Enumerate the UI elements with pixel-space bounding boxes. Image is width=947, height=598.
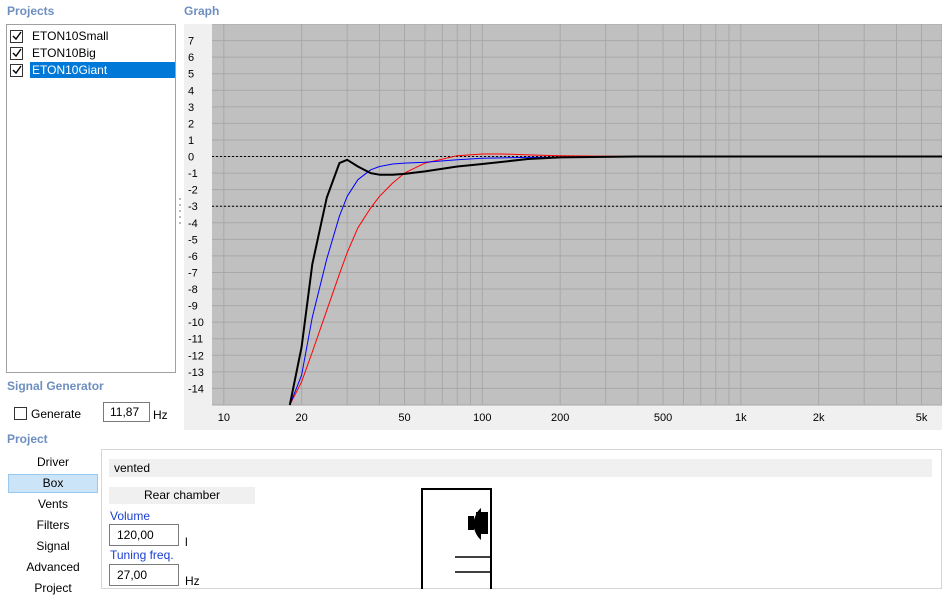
project-checkbox[interactable] xyxy=(10,29,23,43)
y-tick-label: 7 xyxy=(188,36,194,48)
y-tick-label: -3 xyxy=(188,201,198,213)
y-tick-label: 6 xyxy=(188,52,194,64)
projects-title: Projects xyxy=(7,4,55,18)
box-type-selector[interactable]: vented xyxy=(109,459,932,477)
y-tick-label: -6 xyxy=(188,251,198,263)
project-label: ETON10Big xyxy=(32,46,96,60)
y-tick-label: -12 xyxy=(188,350,204,362)
y-tick-label: -7 xyxy=(188,267,198,279)
y-tick-label: -10 xyxy=(188,317,204,329)
generate-checkbox[interactable] xyxy=(14,407,27,420)
x-tick-label: 100 xyxy=(473,412,491,424)
y-tick-label: -8 xyxy=(188,284,198,296)
tuning-freq-label: Tuning freq. xyxy=(110,548,174,562)
rear-chamber-header: Rear chamber xyxy=(109,487,255,504)
y-tick-label: -2 xyxy=(188,185,198,197)
x-tick-label: 5k xyxy=(916,412,928,424)
project-title: Project xyxy=(7,432,48,446)
projects-list[interactable]: ETON10Small ETON10Big ETON10Giant xyxy=(6,24,176,373)
y-tick-label: -11 xyxy=(188,334,203,346)
frequency-response-graph[interactable]: 76543210-1-2-3-4-5-6-7-8-9-10-11-12-13-1… xyxy=(184,24,942,430)
x-tick-label: 1k xyxy=(735,412,747,424)
y-tick-label: 4 xyxy=(188,85,194,97)
project-item-eton10giant[interactable]: ETON10Giant xyxy=(10,62,175,78)
plot-area xyxy=(212,24,942,405)
frequency-input[interactable]: 11,87 xyxy=(103,402,150,422)
x-tick-label: 500 xyxy=(654,412,672,424)
box-diagram xyxy=(421,488,492,589)
y-tick-label: 3 xyxy=(188,102,194,114)
y-tick-label: -4 xyxy=(188,218,198,230)
nav-item-advanced[interactable]: Advanced xyxy=(8,558,98,577)
nav-item-signal[interactable]: Signal xyxy=(8,537,98,556)
check-icon xyxy=(12,65,22,75)
volume-input[interactable]: 120,00 xyxy=(109,524,179,546)
signal-generator-title: Signal Generator xyxy=(7,379,104,393)
check-icon xyxy=(12,31,22,41)
y-tick-label: -14 xyxy=(188,383,204,395)
project-item-eton10big[interactable]: ETON10Big xyxy=(10,45,175,61)
volume-label: Volume xyxy=(110,509,151,523)
x-tick-label: 10 xyxy=(218,412,230,424)
y-tick-label: 0 xyxy=(188,152,194,164)
project-label: ETON10Giant xyxy=(30,62,175,78)
check-icon xyxy=(12,48,22,58)
nav-item-box[interactable]: Box xyxy=(8,474,98,493)
y-tick-label: 1 xyxy=(188,135,194,147)
x-tick-label: 50 xyxy=(398,412,410,424)
graph-title: Graph xyxy=(184,4,220,18)
project-label: ETON10Small xyxy=(32,29,109,43)
y-tick-label: -9 xyxy=(188,301,198,313)
volume-unit: l xyxy=(185,535,188,549)
x-tick-label: 20 xyxy=(296,412,308,424)
y-tick-label: 5 xyxy=(188,69,194,81)
splitter-grip-icon[interactable] xyxy=(178,196,182,232)
tuning-freq-input[interactable]: 27,00 xyxy=(109,564,179,586)
tuning-freq-unit: Hz xyxy=(185,574,200,588)
project-item-eton10small[interactable]: ETON10Small xyxy=(10,28,175,44)
frequency-unit: Hz xyxy=(153,408,168,422)
nav-item-vents[interactable]: Vents xyxy=(8,495,98,514)
x-tick-label: 2k xyxy=(813,412,825,424)
y-tick-label: 2 xyxy=(188,118,194,130)
y-tick-label: -1 xyxy=(188,168,198,180)
y-tick-label: -13 xyxy=(188,367,204,379)
y-tick-label: -5 xyxy=(188,234,198,246)
speaker-driver-icon xyxy=(455,508,490,573)
generate-label: Generate xyxy=(31,407,82,421)
x-tick-label: 200 xyxy=(551,412,569,424)
project-checkbox[interactable] xyxy=(10,46,23,60)
nav-item-filters[interactable]: Filters xyxy=(8,516,98,535)
nav-item-driver[interactable]: Driver xyxy=(8,453,98,472)
project-checkbox[interactable] xyxy=(10,63,23,77)
